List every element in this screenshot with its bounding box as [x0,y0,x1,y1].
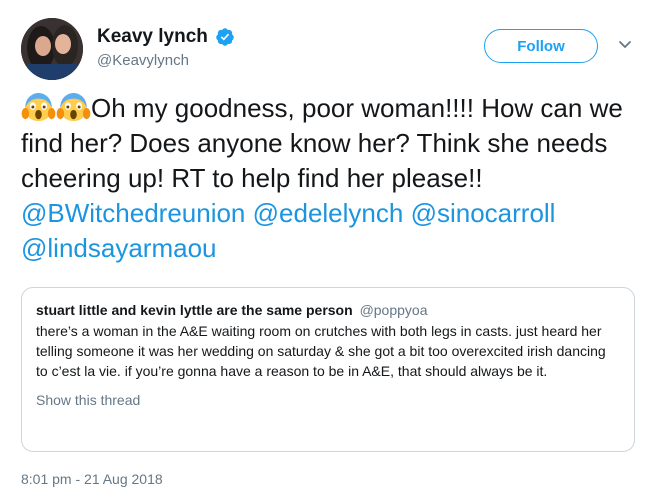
quoted-tweet-header: stuart little and kevin lyttle are the s… [36,302,620,318]
mention-link[interactable]: @lindsayarmaou [21,233,216,263]
author-display-name[interactable]: Keavy lynch [97,26,235,48]
quoted-author-name: stuart little and kevin lyttle are the s… [36,302,353,318]
author-handle[interactable]: @Keavylynch [97,52,189,69]
avatar[interactable] [21,18,83,80]
mention-link[interactable]: @BWitchedreunion [21,198,245,228]
avatar-photo [21,18,83,80]
author-name-text[interactable]: Keavy lynch [97,26,208,48]
quoted-tweet-text: there’s a woman in the A&E waiting room … [36,323,606,379]
follow-button[interactable]: Follow [484,29,598,63]
face-screaming-in-fear-icon [56,92,91,122]
verified-badge-icon [216,28,234,46]
mention-link[interactable]: @edelelynch [253,198,404,228]
show-thread-link[interactable]: Show this thread [36,392,620,408]
mention-link[interactable]: @sinocarroll [411,198,556,228]
tweet-body-text: Oh my goodness, poor woman!!!! How can w… [21,93,623,193]
quoted-tweet[interactable]: stuart little and kevin lyttle are the s… [21,287,635,452]
tweet-text: Oh my goodness, poor woman!!!! How can w… [21,91,633,266]
face-screaming-in-fear-icon [21,92,56,122]
chevron-down-icon[interactable] [618,40,632,50]
tweet-timestamp[interactable]: 8:01 pm - 21 Aug 2018 [21,471,163,487]
quoted-author-handle: @poppyoa [359,302,428,318]
